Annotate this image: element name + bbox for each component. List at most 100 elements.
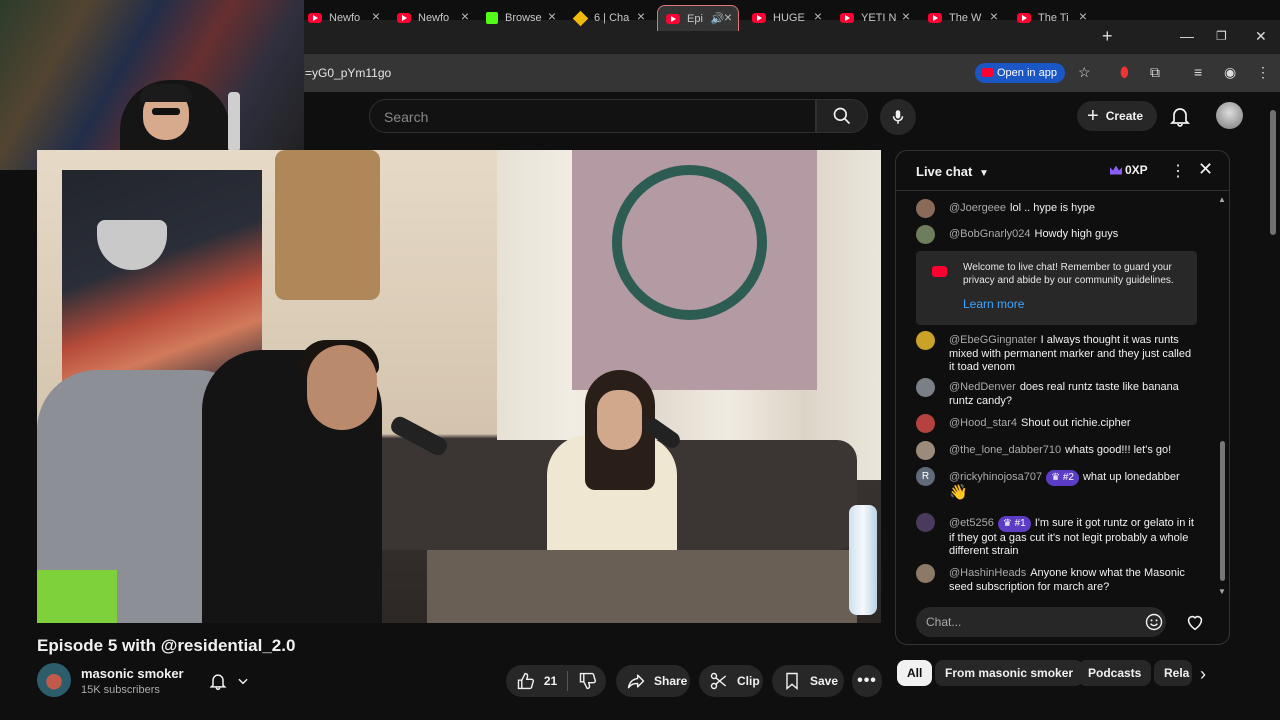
chat-avatar[interactable] xyxy=(916,513,935,532)
window-close-button[interactable]: ✕ xyxy=(1255,28,1267,45)
voice-search-button[interactable] xyxy=(880,99,916,135)
chip-podcasts[interactable]: Podcasts xyxy=(1078,660,1152,686)
chat-avatar[interactable] xyxy=(916,225,935,244)
search-input[interactable]: Search xyxy=(369,99,816,133)
chevron-right-icon[interactable]: › xyxy=(1200,664,1206,685)
close-chat-icon[interactable]: ✕ xyxy=(1198,159,1213,180)
close-tab-icon[interactable]: × xyxy=(461,8,469,24)
chat-scroll-up-icon[interactable]: ▲ xyxy=(1218,195,1226,204)
save-button[interactable]: Save xyxy=(772,665,844,697)
live-chat-title[interactable]: Live chat ▼ xyxy=(916,164,989,179)
chat-menu-icon[interactable]: ⋮ xyxy=(1170,161,1186,181)
learn-more-link[interactable]: Learn more xyxy=(963,297,1024,311)
browser-tab[interactable]: The Ti × xyxy=(1017,5,1087,31)
chat-author[interactable]: @rickyhinojosa707 xyxy=(949,471,1042,483)
chat-author[interactable]: @Hood_star4 xyxy=(949,417,1017,429)
video-player[interactable] xyxy=(37,150,881,623)
tab-label: The Ti xyxy=(1038,12,1069,24)
page-scrollbar[interactable] xyxy=(1270,110,1276,235)
video-scene-smiley xyxy=(612,165,767,320)
chat-author[interactable]: @the_lone_dabber710 xyxy=(949,444,1061,456)
chat-scrollbar[interactable] xyxy=(1220,441,1225,581)
close-tab-icon[interactable]: × xyxy=(814,8,822,24)
browser-tab[interactable]: The W × xyxy=(928,5,998,31)
chat-avatar[interactable] xyxy=(916,331,935,350)
chevron-down-icon: ▼ xyxy=(978,168,989,179)
xp-badge[interactable]: 0XP xyxy=(1110,163,1148,177)
thumbs-up-icon[interactable] xyxy=(516,671,536,691)
notifications-button[interactable] xyxy=(1168,104,1192,133)
close-tab-icon[interactable]: × xyxy=(1079,8,1087,24)
new-tab-button[interactable]: + xyxy=(1102,26,1113,47)
browser-tab-active[interactable]: Epi 🔊 × xyxy=(657,5,739,31)
chat-author[interactable]: @NedDenver xyxy=(949,381,1016,393)
chip-from-channel[interactable]: From masonic smoker xyxy=(935,660,1084,686)
streamer-hat xyxy=(140,84,192,102)
chat-avatar[interactable] xyxy=(916,199,935,218)
minimize-button[interactable]: — xyxy=(1180,28,1194,44)
save-label: Save xyxy=(810,674,839,688)
divider xyxy=(567,671,569,691)
extensions-puzzle-icon[interactable]: ⧉ xyxy=(1150,64,1160,81)
close-tab-icon[interactable]: × xyxy=(724,9,732,25)
browser-tab[interactable]: 6 | Cha × xyxy=(572,5,645,31)
browser-tab[interactable]: YETI N × xyxy=(840,5,910,31)
close-tab-icon[interactable]: × xyxy=(990,8,998,24)
waving-hand-emoji: 👋 xyxy=(949,483,968,501)
xp-value: 0XP xyxy=(1125,163,1148,177)
video-title: Episode 5 with @residential_2.0 xyxy=(37,636,296,655)
like-count[interactable]: 21 xyxy=(544,674,557,688)
url-field[interactable]: =yG0_pYm11go xyxy=(305,66,391,80)
create-button[interactable]: + Create xyxy=(1077,101,1157,131)
subscription-notifications-button[interactable] xyxy=(200,666,260,696)
heart-icon[interactable] xyxy=(1184,611,1206,638)
chat-author[interactable]: @Joergeee xyxy=(949,202,1006,214)
chat-author[interactable]: @BobGnarly024 xyxy=(949,228,1031,240)
browser-tab[interactable]: Newfo × xyxy=(397,5,469,31)
chat-avatar[interactable]: R xyxy=(916,467,935,486)
open-in-app-button[interactable]: Open in app xyxy=(975,63,1065,83)
bell-icon xyxy=(209,674,227,691)
youtube-icon xyxy=(397,13,411,23)
account-avatar[interactable] xyxy=(1216,102,1243,129)
close-tab-icon[interactable]: × xyxy=(372,8,380,24)
close-tab-icon[interactable]: × xyxy=(548,8,556,24)
chat-input[interactable]: Chat... xyxy=(916,607,1166,637)
chat-author[interactable]: @HashinHeads xyxy=(949,567,1026,579)
chat-avatar[interactable] xyxy=(916,414,935,433)
browser-tab[interactable]: Browse × xyxy=(486,5,556,31)
channel-avatar[interactable] xyxy=(37,663,71,697)
search-button[interactable] xyxy=(816,99,868,133)
emoji-icon[interactable] xyxy=(1144,612,1164,637)
close-tab-icon[interactable]: × xyxy=(637,8,645,24)
chat-scroll-down-icon[interactable]: ▼ xyxy=(1218,587,1226,596)
chip-all[interactable]: All xyxy=(897,660,933,686)
video-scene-sack xyxy=(275,150,380,300)
browser-tab[interactable]: Newfo × xyxy=(308,5,380,31)
share-button[interactable]: Share xyxy=(616,665,690,697)
profile-icon[interactable]: ◉ xyxy=(1224,64,1236,81)
browser-tab[interactable]: HUGE × xyxy=(752,5,822,31)
kick-icon xyxy=(486,12,498,24)
chat-author[interactable]: @et5256 xyxy=(949,517,994,529)
live-chat-title-text: Live chat xyxy=(916,164,973,179)
chat-text: Shout out richie.cipher xyxy=(1021,417,1131,429)
thumbs-down-icon[interactable] xyxy=(578,671,598,691)
extension-red-icon[interactable]: ⬮ xyxy=(1120,64,1129,81)
chip-related[interactable]: Rela xyxy=(1154,660,1192,686)
bookmark-star-icon[interactable]: ☆ xyxy=(1078,64,1091,81)
restore-button[interactable]: ❐ xyxy=(1216,29,1227,43)
chat-avatar[interactable] xyxy=(916,441,935,460)
close-tab-icon[interactable]: × xyxy=(902,8,910,24)
chat-avatar[interactable] xyxy=(916,378,935,397)
chat-avatar[interactable] xyxy=(916,564,935,583)
welcome-banner: Welcome to live chat! Remember to guard … xyxy=(916,251,1197,325)
chat-author[interactable]: @EbeGGingnater xyxy=(949,334,1037,346)
clip-button[interactable]: Clip xyxy=(699,665,763,697)
like-dislike-bar: 21 xyxy=(506,665,606,697)
browser-menu-icon[interactable]: ⋮ xyxy=(1256,64,1270,81)
channel-name[interactable]: masonic smoker xyxy=(81,666,184,681)
more-actions-button[interactable]: ••• xyxy=(852,665,882,697)
speaker-icon[interactable]: 🔊 xyxy=(711,12,725,25)
media-control-icon[interactable]: ≡ xyxy=(1194,64,1202,80)
